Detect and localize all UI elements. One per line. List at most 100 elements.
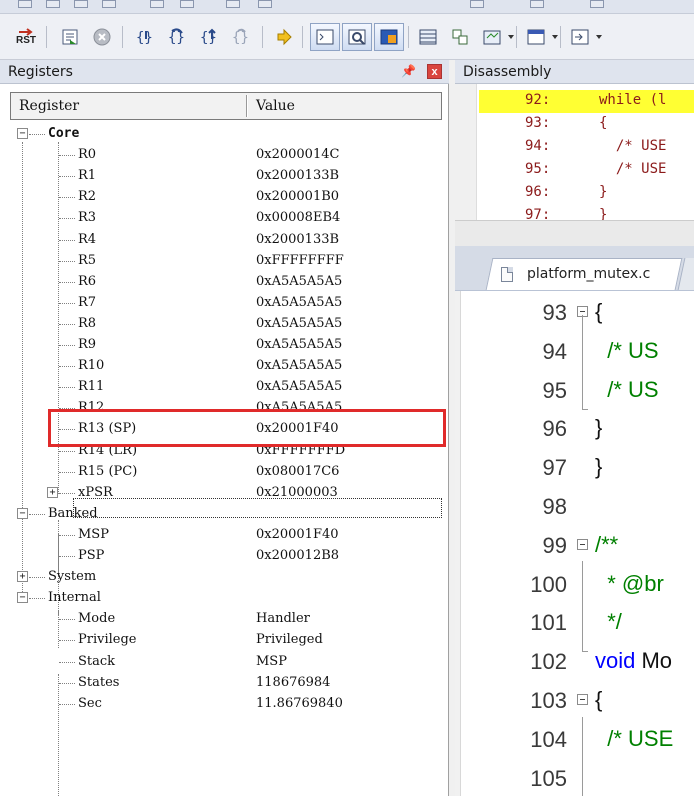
tree-expander-icon[interactable]: + [47, 486, 58, 498]
stop-button[interactable] [88, 23, 116, 51]
reset-cpu-button[interactable]: RST [10, 23, 42, 51]
column-resize-handle[interactable] [246, 95, 248, 117]
tree-group-row[interactable]: − Internal [0, 588, 449, 609]
step-over-button[interactable]: {} [162, 23, 190, 51]
show-next-statement-button[interactable] [270, 23, 298, 51]
step-out-button[interactable]: {} [194, 23, 222, 51]
register-value[interactable]: 0x20001F40 [256, 527, 339, 542]
register-row[interactable]: States 118676984 [0, 673, 449, 694]
editor-line[interactable]: 99 /** [455, 526, 694, 565]
register-value[interactable]: MSP [256, 654, 287, 669]
step-button[interactable]: {} [130, 23, 158, 51]
register-row[interactable]: R1 0x2000133B [0, 166, 449, 187]
register-value[interactable]: Handler [256, 611, 310, 626]
memory-dropdown-icon[interactable] [552, 35, 558, 39]
disassembly-scrollbar[interactable] [455, 220, 694, 246]
toolbar-button-partial[interactable] [150, 0, 164, 8]
register-value[interactable]: 0x2000133B [256, 232, 339, 247]
register-row[interactable]: R8 0xA5A5A5A5 [0, 314, 449, 335]
editor-line[interactable]: 103 { [455, 681, 694, 720]
toolbar-button-partial[interactable] [46, 0, 60, 8]
editor-line[interactable]: 98 [455, 487, 694, 526]
register-row[interactable]: R6 0xA5A5A5A5 [0, 272, 449, 293]
register-row[interactable]: R0 0x2000014C [0, 145, 449, 166]
register-row[interactable]: Privilege Privileged [0, 630, 449, 651]
tree-expander-icon[interactable]: − [17, 592, 28, 604]
tab-platform-mutex-content[interactable]: platform_mutex.c [501, 261, 650, 287]
disassembly-line[interactable]: 96:} [479, 182, 694, 205]
register-row[interactable]: Mode Handler [0, 609, 449, 630]
register-value[interactable]: 0xA5A5A5A5 [256, 295, 342, 310]
editor-line[interactable]: 96} [455, 409, 694, 448]
register-row[interactable]: MSP 0x20001F40 [0, 525, 449, 546]
disassembly-view[interactable]: 92: while (l 93:{94: /* USE 95: /* USE 96:} 9… [455, 84, 694, 220]
toolbar-button-partial[interactable] [590, 0, 604, 8]
editor-line[interactable]: 95 /* US [455, 371, 694, 410]
disassembly-line[interactable]: 95: /* USE [479, 159, 694, 182]
register-row[interactable]: R5 0xFFFFFFFF [0, 251, 449, 272]
toolbar-button-partial[interactable] [74, 0, 88, 8]
register-value[interactable]: 0x080017C6 [256, 464, 339, 479]
register-row[interactable]: R10 0xA5A5A5A5 [0, 356, 449, 377]
source-editor[interactable]: 93{94 /* US 95 /* US 96} 97} 98 99/** 100 * @b… [455, 290, 694, 796]
pin-icon[interactable]: 📌 [401, 64, 416, 78]
register-value[interactable]: 0xA5A5A5A5 [256, 379, 342, 394]
fold-toggle-icon[interactable] [577, 538, 588, 550]
register-row[interactable]: PSP 0x200012B8 [0, 546, 449, 567]
symbols-window-button[interactable] [374, 23, 404, 51]
register-value[interactable]: 0x200001B0 [256, 189, 339, 204]
close-icon[interactable]: x [427, 64, 442, 79]
register-value[interactable]: 0x200012B8 [256, 548, 339, 563]
watch-window-button[interactable] [478, 23, 506, 51]
toolbar-button-partial[interactable] [258, 0, 272, 8]
register-row[interactable]: R3 0x00008EB4 [0, 208, 449, 229]
toolbar-button-partial[interactable] [226, 0, 240, 8]
tree-expander-icon[interactable]: − [17, 507, 28, 519]
tree-group-row[interactable]: − Core [0, 124, 449, 145]
toolbar-button-partial[interactable] [18, 0, 32, 8]
disassembly-line[interactable]: 94: /* USE [479, 136, 694, 159]
tree-expander-icon[interactable]: + [17, 571, 28, 583]
register-value[interactable]: 0xA5A5A5A5 [256, 358, 342, 373]
register-value[interactable]: 0x2000014C [256, 147, 339, 162]
editor-line[interactable]: 102 void Mo [455, 642, 694, 681]
register-value[interactable]: 0xA5A5A5A5 [256, 316, 342, 331]
register-row[interactable]: R9 0xA5A5A5A5 [0, 335, 449, 356]
editor-line[interactable]: 100 * @br [455, 565, 694, 604]
register-row[interactable]: Stack MSP [0, 652, 449, 673]
register-value[interactable]: Privileged [256, 632, 323, 647]
fold-toggle-icon[interactable] [577, 694, 588, 705]
register-value[interactable]: 11.86769840 [256, 696, 343, 711]
run-button[interactable] [56, 23, 84, 51]
editor-line[interactable]: 101 */ [455, 603, 694, 642]
memory-window-button[interactable] [522, 23, 550, 51]
serial-window-button[interactable] [566, 23, 594, 51]
register-value[interactable]: 0xFFFFFFFF [256, 253, 344, 268]
disassembly-current-line[interactable]: 92: while (l [479, 90, 694, 113]
run-to-cursor-button[interactable]: {} [226, 23, 254, 51]
register-row[interactable]: Sec 11.86769840 [0, 694, 449, 715]
column-header-value[interactable]: Value [256, 93, 295, 119]
editor-line[interactable]: 97} [455, 448, 694, 487]
disassembly-line[interactable]: 93: { [479, 113, 694, 136]
toolbar-button-partial[interactable] [470, 0, 484, 8]
editor-line[interactable]: 93 { [455, 293, 694, 332]
column-header-register[interactable]: Register [19, 93, 79, 119]
command-window-button[interactable] [310, 23, 340, 51]
registers-window-button[interactable] [414, 23, 442, 51]
register-row[interactable]: R2 0x200001B0 [0, 187, 449, 208]
register-value[interactable]: 0x2000133B [256, 168, 339, 183]
tree-expander-icon[interactable]: − [17, 128, 28, 139]
toolbar-button-partial[interactable] [102, 0, 116, 8]
serial-dropdown-icon[interactable] [596, 35, 602, 39]
register-value[interactable]: 0xA5A5A5A5 [256, 337, 342, 352]
register-row[interactable]: R4 0x2000133B [0, 230, 449, 251]
toolbar-button-partial[interactable] [530, 0, 544, 8]
toolbar-button-partial[interactable] [180, 0, 194, 8]
editor-line[interactable]: 94 /* US [455, 332, 694, 371]
register-value[interactable]: 0x00008EB4 [256, 210, 340, 225]
register-row[interactable]: R15 (PC) 0x080017C6 [0, 462, 449, 483]
register-row[interactable]: R7 0xA5A5A5A5 [0, 293, 449, 314]
register-row[interactable]: R11 0xA5A5A5A5 [0, 377, 449, 398]
call-stack-window-button[interactable] [446, 23, 474, 51]
